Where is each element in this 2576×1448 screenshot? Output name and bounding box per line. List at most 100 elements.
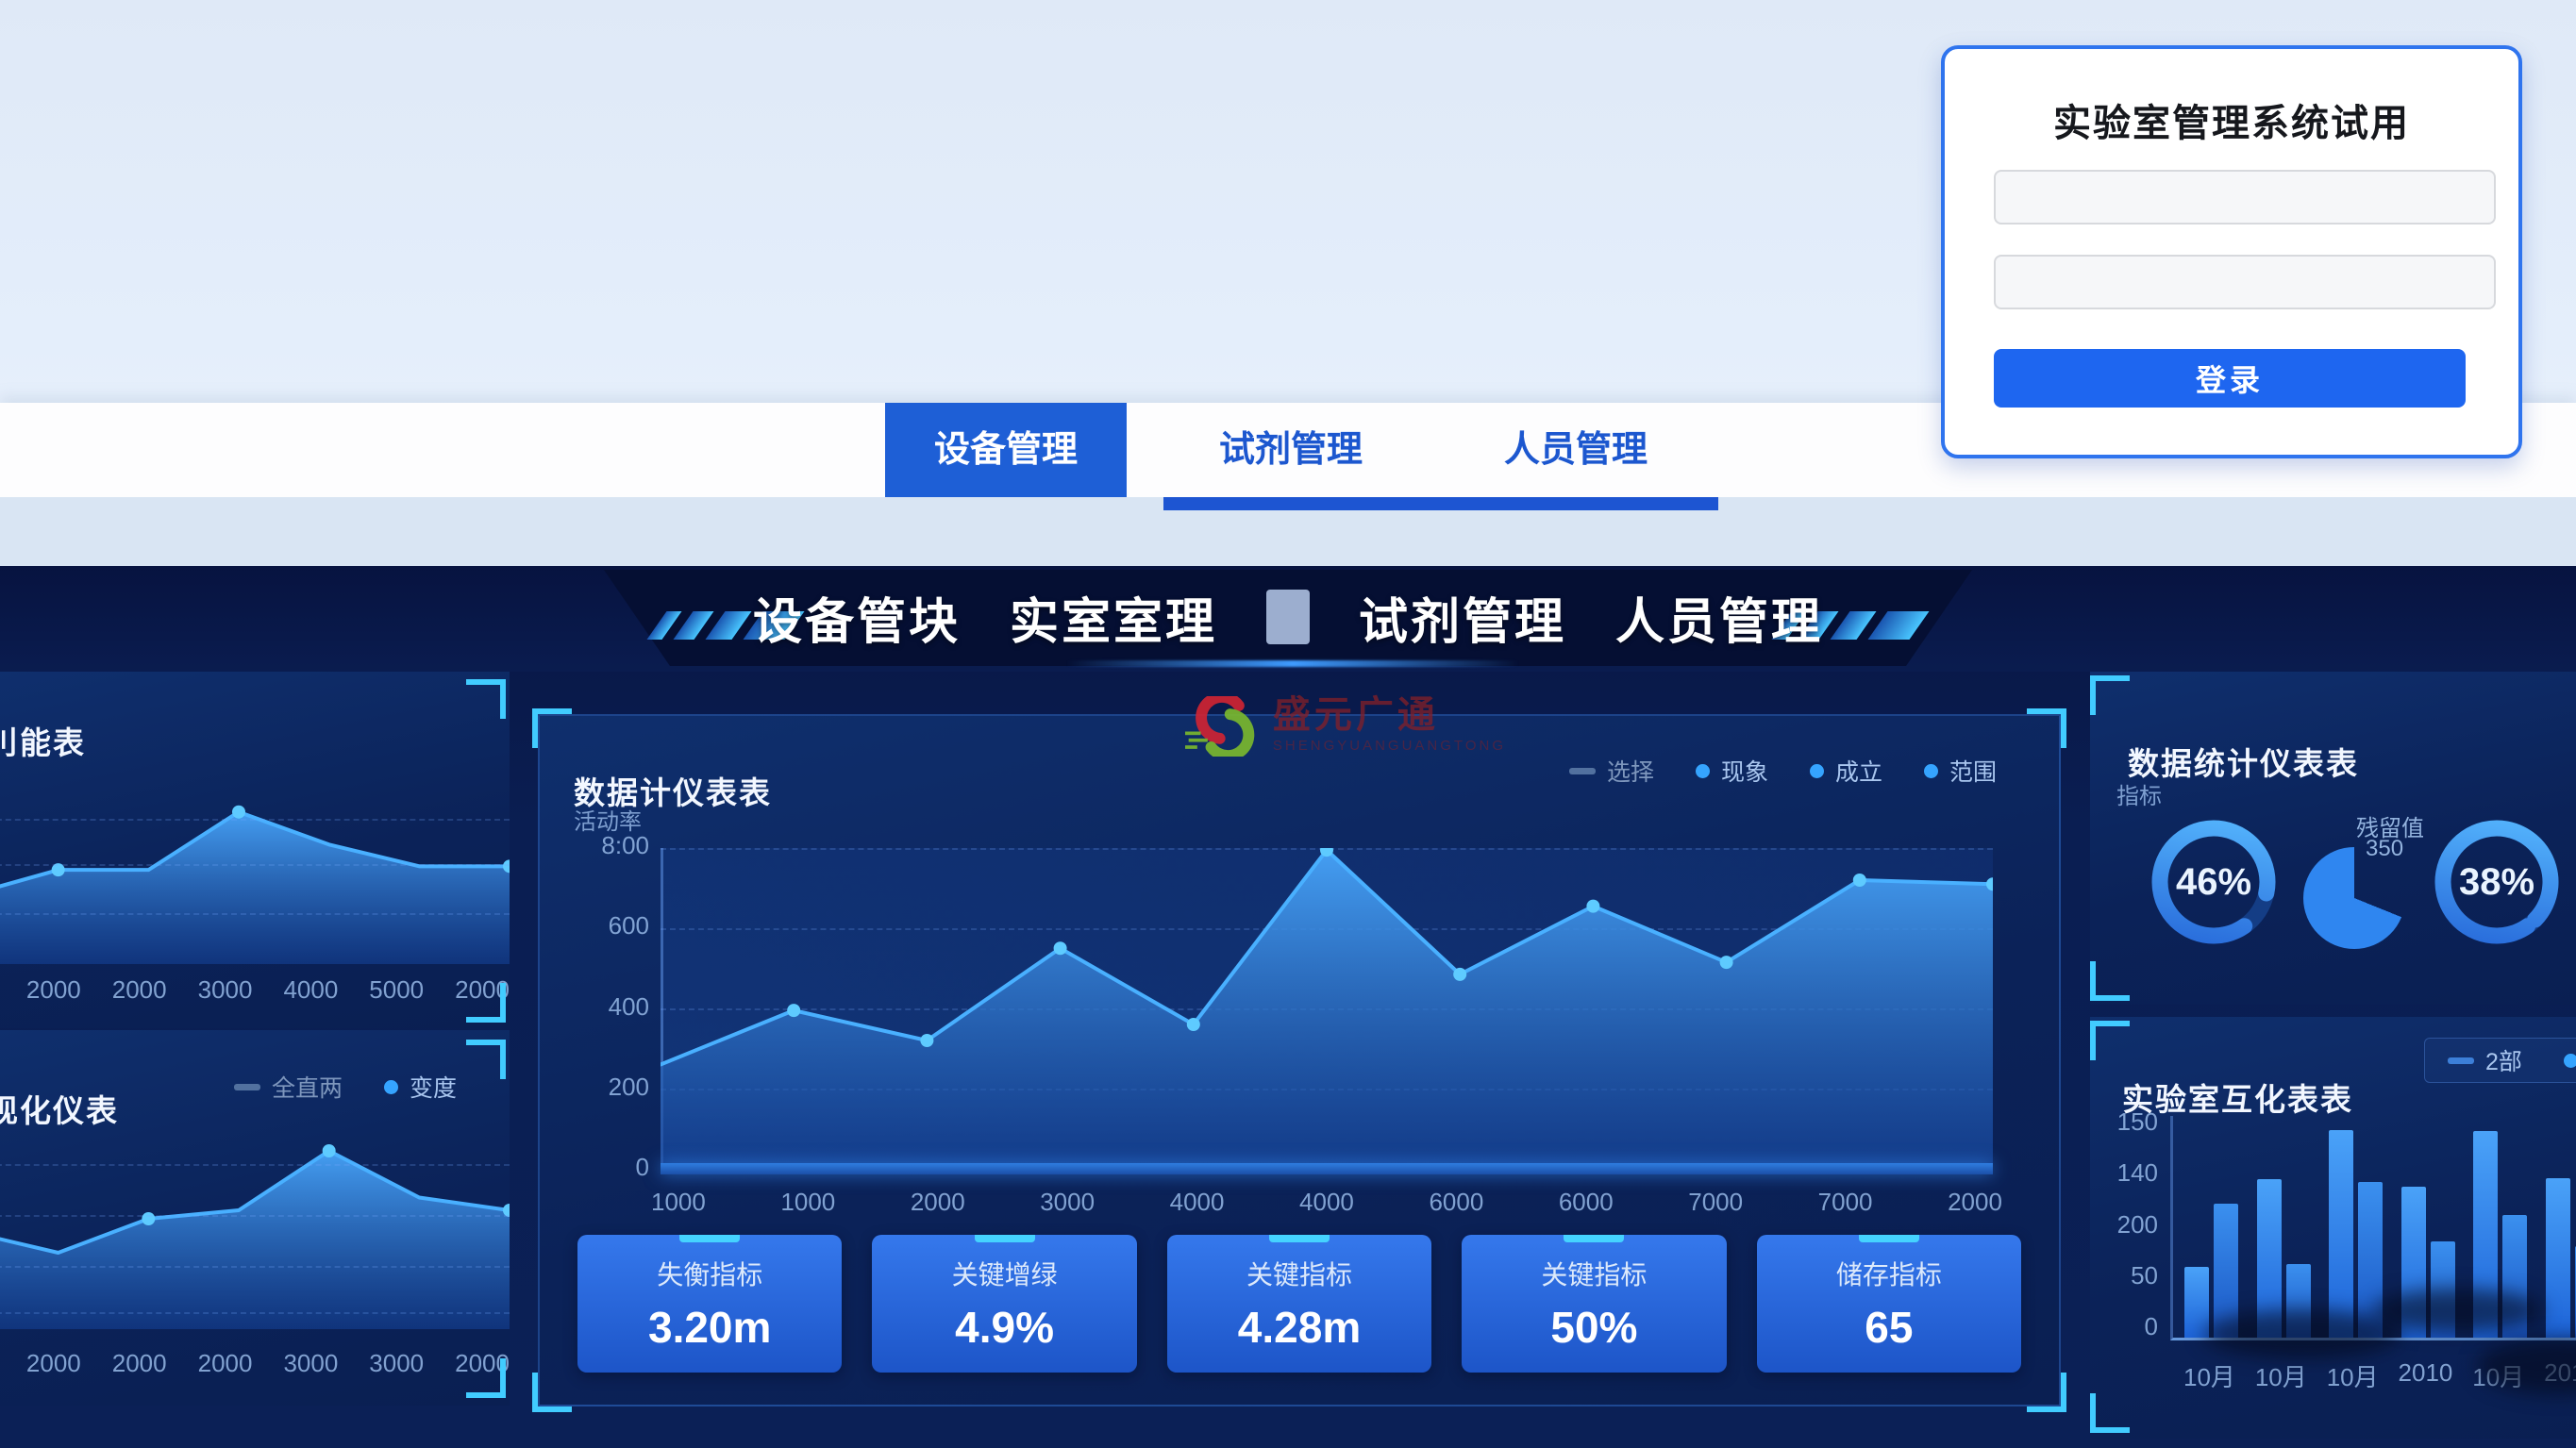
stat-card: 储存指标65 bbox=[1757, 1235, 2021, 1373]
gauge-value: 38% bbox=[2426, 811, 2568, 953]
legend-swatch-icon bbox=[1810, 764, 1824, 778]
area-chart bbox=[0, 783, 510, 964]
top-header-area: 设备管理试剂管理人员管理 实验室管理系统试用 登录 bbox=[0, 0, 2576, 566]
axis-tick-label: 7000 bbox=[1818, 1188, 1873, 1217]
area-fill bbox=[661, 850, 1993, 1169]
corner-bracket-icon bbox=[2090, 961, 2130, 1001]
panel-title: 刂能表 bbox=[0, 718, 86, 763]
legend-swatch-icon bbox=[1696, 764, 1710, 778]
legend-swatch-icon bbox=[234, 1084, 260, 1090]
legend-swatch-icon bbox=[2564, 1054, 2576, 1068]
main-area-chart bbox=[661, 848, 1993, 1169]
axis-tick-label: 6000 bbox=[1559, 1188, 1614, 1217]
banner-item: 设备管块 bbox=[753, 582, 961, 653]
corner-bracket-icon bbox=[466, 1040, 506, 1079]
username-input[interactable] bbox=[1994, 170, 2496, 225]
watermark-s-icon bbox=[1185, 696, 1260, 757]
axis-tick-label: 4000 bbox=[1170, 1188, 1225, 1217]
y-axis-labels: 8:006004002000 bbox=[566, 831, 649, 1182]
tab-设备管理[interactable]: 设备管理 bbox=[885, 403, 1127, 497]
data-point-dot bbox=[920, 1034, 933, 1047]
stat-card-value: 4.28m bbox=[1238, 1302, 1361, 1353]
pie-chart-icon bbox=[2303, 847, 2405, 949]
stat-card: 关键增绿4.9% bbox=[872, 1235, 1136, 1373]
x-axis-labels: 1000100020003000400040006000600070007000… bbox=[651, 1188, 2002, 1217]
main-tabs: 设备管理试剂管理人员管理 bbox=[885, 403, 1697, 497]
legend-label: 选择 bbox=[1607, 754, 1654, 788]
chart-legend: 全直两 变度 bbox=[234, 1070, 457, 1104]
stat-card: 关键指标4.28m bbox=[1167, 1235, 1431, 1373]
axis-tick-label: 10月 bbox=[2255, 1358, 2307, 1393]
legend-item-全直两[interactable]: 全直两 bbox=[234, 1070, 343, 1104]
pie-gauge: 残留值350 bbox=[2303, 821, 2417, 962]
legend-item-变度[interactable]: 变度 bbox=[384, 1070, 457, 1104]
area-fill bbox=[0, 1151, 510, 1329]
axis-tick-label: 2000 bbox=[112, 975, 167, 1005]
panel-stats-gauges: 数据统计仪表表 指标 46%残留值35038% bbox=[2090, 672, 2576, 1005]
legend-item-选择[interactable]: 选择 bbox=[1569, 754, 1654, 788]
banner-items: 设备管块实室室理试剂管理人员管理 bbox=[0, 566, 2576, 668]
axis-tick-label: 2000 bbox=[26, 975, 81, 1005]
legend-item-现象[interactable]: 现象 bbox=[1696, 754, 1768, 788]
axis-tick-label: 2010 bbox=[2399, 1358, 2453, 1393]
bar bbox=[2546, 1178, 2570, 1338]
legend-item-2部[interactable]: 2部 bbox=[2448, 1043, 2522, 1077]
login-card: 实验室管理系统试用 登录 bbox=[1941, 45, 2522, 458]
watermark-name: 盛元广通 bbox=[1273, 696, 1506, 734]
stat-card-label: 失衡指标 bbox=[657, 1255, 762, 1292]
login-button[interactable]: 登录 bbox=[1994, 349, 2466, 408]
smudge-artifact bbox=[2203, 1309, 2401, 1358]
axis-tick-label: 10月 bbox=[2327, 1358, 2379, 1393]
axis-tick-label: 4000 bbox=[1299, 1188, 1354, 1217]
axis-tick-label: 8:00 bbox=[601, 831, 649, 860]
legend-swatch-icon bbox=[1924, 764, 1938, 778]
axis-tick-label: 2000 bbox=[26, 1349, 81, 1378]
legend-item-范围[interactable]: 范围 bbox=[1924, 754, 1997, 788]
password-input[interactable] bbox=[1994, 255, 2496, 309]
legend-label: 全直两 bbox=[272, 1070, 343, 1104]
panel-left-top: 刂能表 00200020003000400050002000 bbox=[0, 672, 510, 1028]
x-axis-labels: 00200020003000400050002000 bbox=[0, 975, 510, 1005]
axis-tick-label: 200 bbox=[2117, 1210, 2158, 1240]
y-axis-labels: 150140200500 bbox=[2099, 1107, 2158, 1341]
corner-bracket-icon bbox=[2090, 1021, 2130, 1060]
chart-legend: 2部 回 bbox=[2448, 1043, 2576, 1077]
data-point-dot bbox=[1054, 941, 1067, 955]
chart-legend: 选择 现象 成立 范围 bbox=[1569, 754, 1997, 788]
tab-underline bbox=[1163, 497, 1718, 510]
watermark-logo: 盛元广通 SHENGYUANGUANGTONG bbox=[1185, 696, 1506, 757]
banner-item: 试剂管理 bbox=[1359, 582, 1566, 653]
tab-试剂管理[interactable]: 试剂管理 bbox=[1170, 403, 1412, 497]
corner-bracket-icon bbox=[532, 1373, 572, 1412]
axis-tick-label: 150 bbox=[2117, 1107, 2158, 1137]
card-notch-icon bbox=[1269, 1235, 1330, 1242]
axis-tick-label: 400 bbox=[609, 992, 649, 1022]
corner-bracket-icon bbox=[466, 983, 506, 1023]
smudge-artifact bbox=[2373, 1289, 2543, 1332]
gauge-value: 46% bbox=[2143, 811, 2284, 953]
data-point-dot bbox=[1453, 968, 1466, 981]
legend-item-成立[interactable]: 成立 bbox=[1810, 754, 1882, 788]
stat-card-value: 3.20m bbox=[648, 1302, 771, 1353]
legend-swatch-icon bbox=[2448, 1057, 2474, 1064]
legend-label: 现象 bbox=[1721, 754, 1768, 788]
axis-tick-label: 0 bbox=[636, 1153, 649, 1182]
corner-bracket-icon bbox=[466, 1358, 506, 1398]
card-notch-icon bbox=[1859, 1235, 1919, 1242]
panel-bar-chart: 实验室互化表表 2部回 150140200500 10月10月10月201010… bbox=[2090, 1017, 2576, 1439]
axis-tick-label: 5000 bbox=[369, 975, 424, 1005]
stat-cards: 失衡指标3.20m关键增绿4.9%关键指标4.28m关键指标50%储存指标65 bbox=[577, 1235, 2021, 1373]
dashboard: 设备管块实室室理试剂管理人员管理 盛元广通 SHENGYUANGUANGTONG… bbox=[0, 566, 2576, 1448]
axis-tick-label: 1000 bbox=[780, 1188, 835, 1217]
data-point-dot bbox=[1853, 874, 1866, 887]
corner-bracket-icon bbox=[466, 679, 506, 719]
banner-item: 实室室理 bbox=[1010, 582, 1217, 653]
gauges-row: 46%残留值35038% bbox=[2090, 811, 2576, 981]
axis-tick-label: 2000 bbox=[911, 1188, 965, 1217]
baseline-glow bbox=[661, 1163, 1993, 1174]
legend-item-回[interactable]: 回 bbox=[2564, 1043, 2576, 1077]
banner-glow-line bbox=[1066, 660, 1519, 667]
donut-gauge: 38% bbox=[2426, 811, 2568, 953]
page: 设备管理试剂管理人员管理 实验室管理系统试用 登录 设备管块实室室理试剂管理人员… bbox=[0, 0, 2576, 1448]
tab-人员管理[interactable]: 人员管理 bbox=[1455, 403, 1697, 497]
